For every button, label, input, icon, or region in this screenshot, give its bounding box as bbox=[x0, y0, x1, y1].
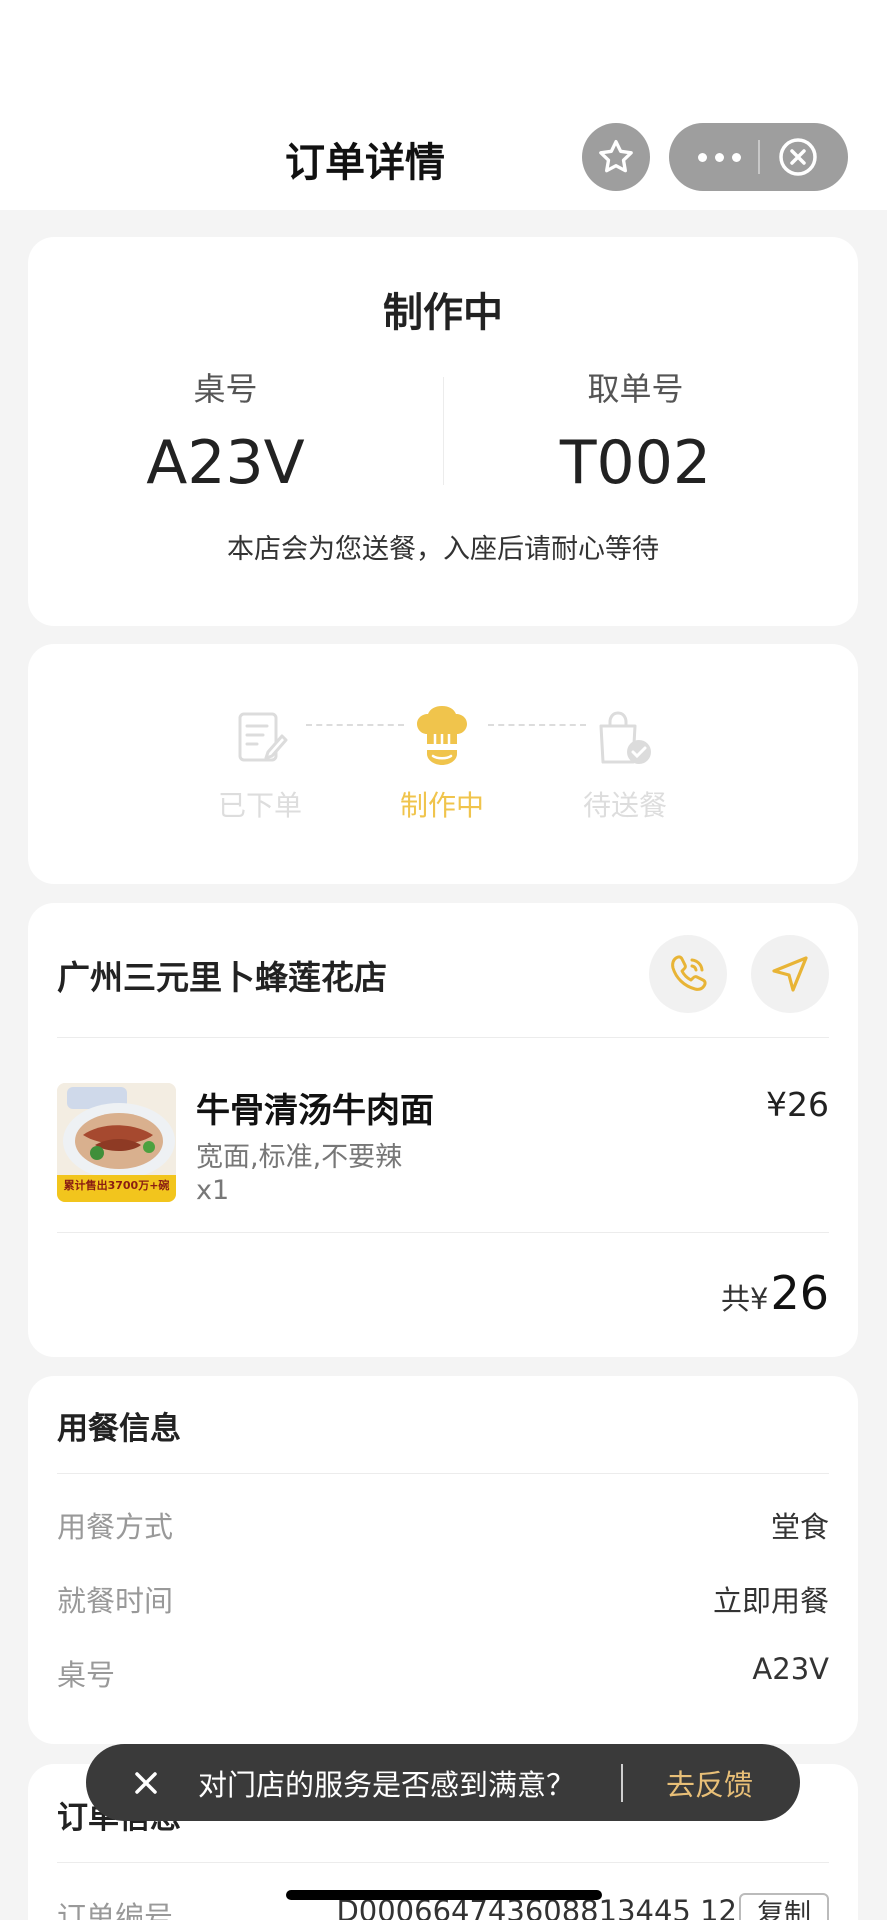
feedback-toast: 对门店的服务是否感到满意？ 去反馈 bbox=[86, 1744, 800, 1821]
divider bbox=[57, 1473, 829, 1474]
order-progress-card: 已下单 制作中 待送餐 bbox=[28, 644, 858, 884]
pickup-number-label: 取单号 bbox=[587, 370, 684, 408]
item-name: 牛骨清汤牛肉面 bbox=[196, 1091, 434, 1131]
divider bbox=[57, 1037, 829, 1038]
info-value: A23V bbox=[752, 1652, 829, 1686]
item-quantity: x1 bbox=[196, 1175, 230, 1206]
info-label: 订单编号 bbox=[57, 1900, 174, 1920]
section-title: 用餐信息 bbox=[57, 1411, 181, 1447]
info-row-dining-mode: 用餐方式 堂食 bbox=[57, 1504, 829, 1546]
item-price: ¥26 bbox=[766, 1085, 829, 1124]
info-label: 桌号 bbox=[57, 1658, 116, 1692]
shop-name[interactable]: 广州三元里卜蜂莲花店 bbox=[57, 951, 387, 999]
table-number-value: A23V bbox=[146, 428, 305, 498]
mini-program-capsule bbox=[669, 123, 848, 191]
step-label: 待送餐 bbox=[582, 789, 667, 822]
step-pending-delivery: 待送餐 bbox=[565, 700, 685, 824]
status-title: 制作中 bbox=[383, 290, 503, 336]
info-row-dining-time: 就餐时间 立即用餐 bbox=[57, 1578, 829, 1620]
info-label: 就餐时间 bbox=[57, 1584, 174, 1618]
navigate-button[interactable] bbox=[751, 935, 829, 1013]
shopping-bag-check-icon bbox=[599, 711, 651, 764]
pickup-number-block: 取单号 T002 bbox=[443, 364, 828, 498]
food-image: 累计售出3700万+碗 bbox=[57, 1083, 176, 1202]
star-icon bbox=[599, 140, 633, 173]
copy-button[interactable]: 复制 bbox=[739, 1893, 829, 1920]
info-value: 立即用餐 bbox=[712, 1584, 829, 1618]
total-amount: 26 bbox=[770, 1266, 829, 1320]
order-form-icon bbox=[238, 712, 288, 762]
service-note: 本店会为您送餐，入座后请耐心等待 bbox=[227, 534, 659, 565]
total-prefix: 共¥ bbox=[721, 1282, 769, 1316]
info-value: 堂食 bbox=[770, 1510, 829, 1544]
table-number-block: 桌号 A23V bbox=[28, 364, 423, 498]
item-spec: 宽面,标准,不要辣 bbox=[196, 1142, 403, 1173]
navigation-bar: 订单详情 bbox=[0, 0, 887, 210]
capsule-divider bbox=[758, 140, 760, 174]
table-number-label: 桌号 bbox=[193, 370, 258, 408]
info-row-table-number: 桌号 A23V bbox=[57, 1652, 829, 1694]
home-indicator[interactable] bbox=[286, 1890, 602, 1900]
order-status-card: 制作中 桌号 A23V 取单号 T002 本店会为您送餐，入座后请耐心等待 bbox=[28, 237, 858, 626]
divider bbox=[57, 1232, 829, 1233]
divider bbox=[57, 1862, 829, 1863]
favorite-button[interactable] bbox=[582, 123, 650, 191]
call-shop-button[interactable] bbox=[649, 935, 727, 1013]
step-label: 制作中 bbox=[399, 789, 484, 822]
close-icon[interactable] bbox=[126, 1763, 166, 1803]
info-label: 用餐方式 bbox=[57, 1510, 174, 1544]
feedback-button[interactable]: 去反馈 bbox=[666, 1762, 753, 1804]
step-cooking: 制作中 bbox=[382, 700, 502, 824]
pickup-number-value: T002 bbox=[559, 428, 712, 498]
food-image-caption: 累计售出3700万+碗 bbox=[63, 1179, 170, 1192]
step-label: 已下单 bbox=[217, 789, 302, 822]
navigation-arrow-icon bbox=[772, 956, 808, 992]
toast-message: 对门店的服务是否感到满意？ bbox=[198, 1768, 576, 1802]
step-ordered: 已下单 bbox=[200, 700, 320, 824]
phone-icon bbox=[671, 955, 707, 991]
dining-info-card: 用餐信息 用餐方式 堂食 就餐时间 立即用餐 桌号 A23V bbox=[28, 1376, 858, 1744]
more-button[interactable] bbox=[691, 123, 747, 191]
chef-hat-icon bbox=[417, 706, 467, 765]
order-total: 共¥ 26 bbox=[721, 1266, 829, 1320]
shop-order-card: 广州三元里卜蜂莲花店 累计售出3700万+碗 牛骨清汤牛肉面 宽面,标准,不要辣… bbox=[28, 903, 858, 1357]
toast-divider bbox=[621, 1764, 623, 1802]
close-icon[interactable] bbox=[777, 136, 819, 178]
